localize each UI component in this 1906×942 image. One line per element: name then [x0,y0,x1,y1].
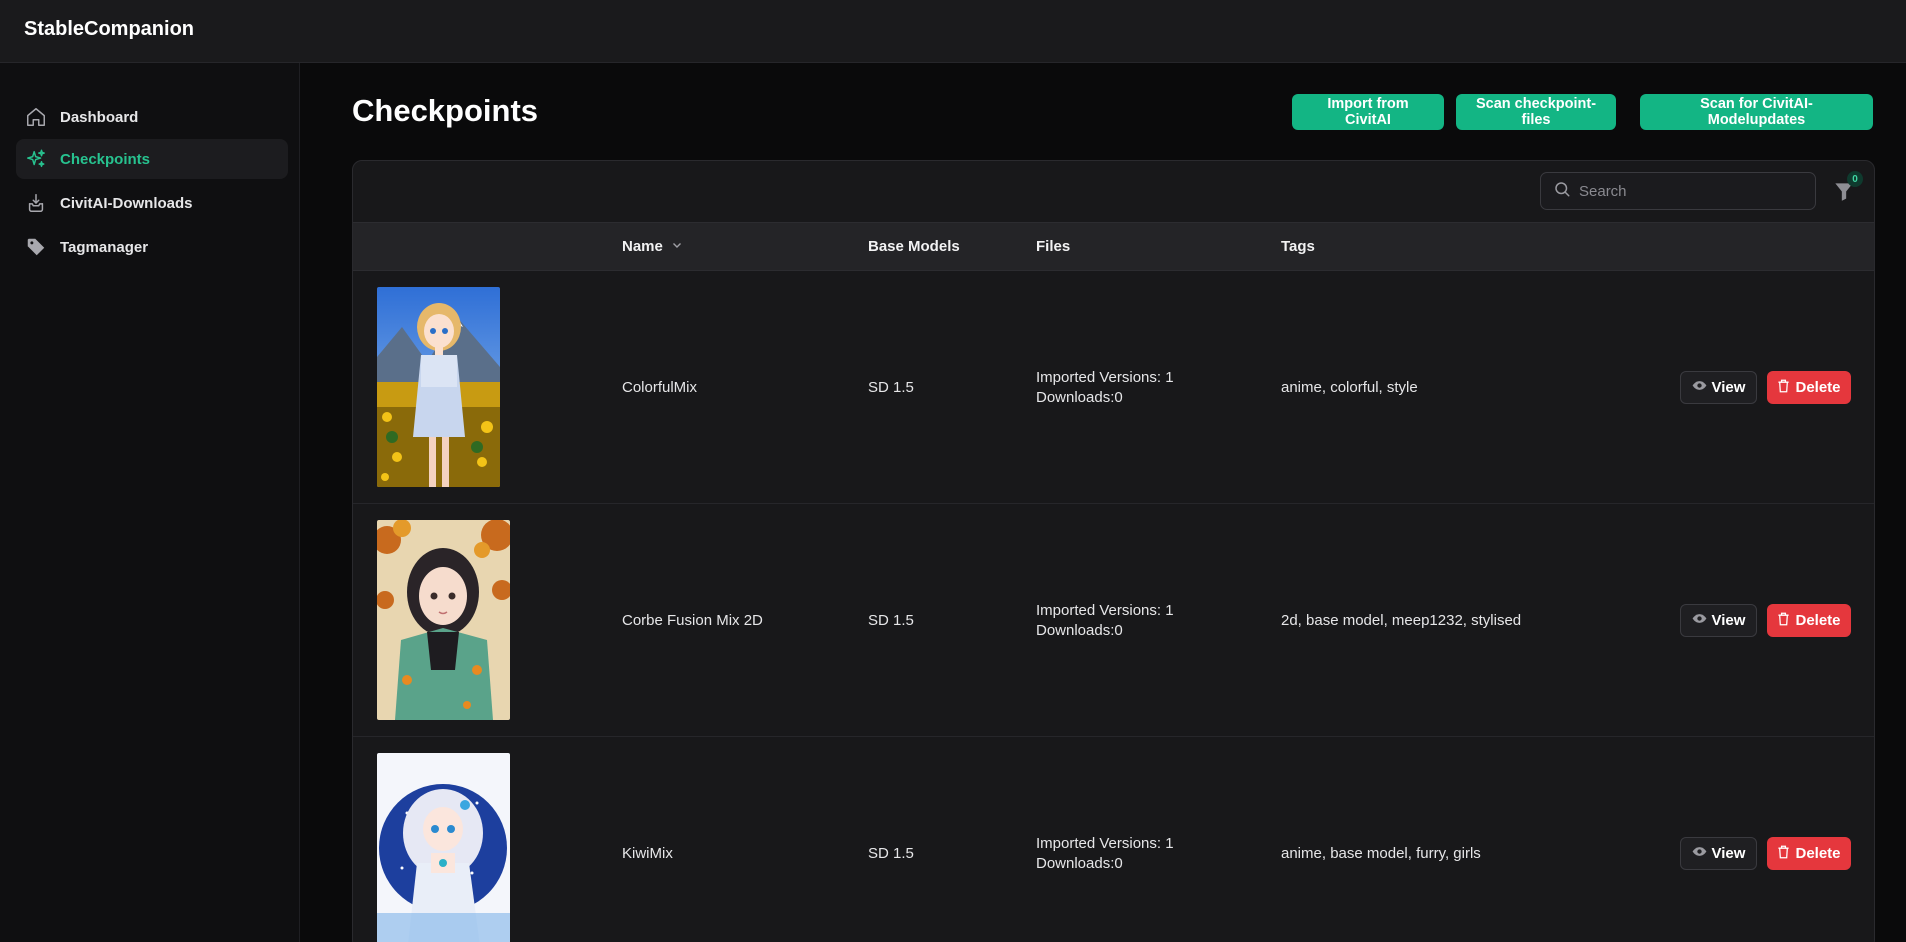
scan-civitai-modelupdates-button[interactable]: Scan for CivitAI-Modelupdates [1640,94,1873,130]
sidebar-item-dashboard[interactable]: Dashboard [16,97,288,137]
delete-button[interactable]: Delete [1767,837,1851,870]
checkpoint-name[interactable]: KiwiMix [622,737,673,942]
download-icon [24,191,48,215]
checkpoint-thumbnail[interactable] [377,520,510,720]
trash-icon [1777,379,1795,397]
files-cell: Imported Versions: 1 Downloads:0 [1036,737,1174,942]
downloads-count: Downloads:0 [1036,388,1123,406]
app-title[interactable]: StableCompanion [24,18,194,41]
trash-icon [1777,845,1795,863]
chevron-down-icon [663,238,683,255]
sidebar-item-label: Dashboard [60,108,139,126]
page-title: Checkpoints [352,93,539,128]
column-header-tags: Tags [1281,238,1315,255]
column-header-name[interactable]: Name [622,238,683,255]
view-button[interactable]: View [1680,371,1757,404]
sidebar-item-label: Tagmanager [60,238,149,256]
table-header: Name Base Models Files Tags [353,222,1874,271]
imported-versions: Imported Versions: 1 [1036,601,1174,619]
checkpoint-name[interactable]: ColorfulMix [622,271,697,504]
delete-button[interactable]: Delete [1767,604,1851,637]
tags: 2d, base model, meep1232, stylised [1281,611,1522,629]
eye-icon [1692,378,1712,397]
column-header-base-models: Base Models [868,238,960,255]
view-button[interactable]: View [1680,604,1757,637]
files-cell: Imported Versions: 1 Downloads:0 [1036,271,1174,504]
checkpoints-table-card: 0 Name Base Models Files Tags [352,160,1875,942]
base-model: SD 1.5 [868,844,914,862]
table-row: KiwiMix SD 1.5 Imported Versions: 1 Down… [353,737,1874,942]
tags: anime, base model, furry, girls [1281,844,1481,862]
view-button[interactable]: View [1680,837,1757,870]
files-cell: Imported Versions: 1 Downloads:0 [1036,504,1174,737]
table-row: Corbe Fusion Mix 2D SD 1.5 Imported Vers… [353,504,1874,737]
delete-button[interactable]: Delete [1767,371,1851,404]
downloads-count: Downloads:0 [1036,854,1123,872]
import-from-civitai-button[interactable]: Import from CivitAI [1292,94,1444,130]
sidebar-item-civitai-downloads[interactable]: CivitAI-Downloads [16,183,288,223]
eye-icon [1692,611,1712,630]
filter-icon [1831,183,1857,208]
filter-count-badge: 0 [1847,171,1863,187]
home-icon [24,105,48,129]
tag-icon [24,235,48,259]
main-content: Checkpoints Import from CivitAI Scan che… [300,63,1906,942]
sidebar-item-tagmanager[interactable]: Tagmanager [16,227,288,267]
column-header-files: Files [1036,238,1071,255]
search-input[interactable] [1579,182,1799,200]
top-bar: StableCompanion [0,0,1906,63]
sidebar: Dashboard Checkpoints CivitAI-Downloads … [0,63,300,942]
downloads-count: Downloads:0 [1036,621,1123,639]
search-box[interactable] [1540,172,1816,210]
base-model: SD 1.5 [868,378,914,396]
checkpoint-thumbnail[interactable] [377,753,510,942]
table-row: ColorfulMix SD 1.5 Imported Versions: 1 … [353,271,1874,504]
imported-versions: Imported Versions: 1 [1036,368,1174,386]
search-icon [1553,180,1579,202]
sidebar-item-label: Checkpoints [60,150,151,168]
sparkles-icon [24,147,48,171]
sidebar-item-checkpoints[interactable]: Checkpoints [16,139,288,179]
scan-checkpoint-files-button[interactable]: Scan checkpoint-files [1456,94,1616,130]
checkpoint-name[interactable]: Corbe Fusion Mix 2D [622,504,763,737]
base-model: SD 1.5 [868,611,914,629]
checkpoint-thumbnail[interactable] [377,287,500,487]
eye-icon [1692,844,1712,863]
tags: anime, colorful, style [1281,378,1418,396]
imported-versions: Imported Versions: 1 [1036,834,1174,852]
sidebar-item-label: CivitAI-Downloads [60,194,193,212]
trash-icon [1777,612,1795,630]
